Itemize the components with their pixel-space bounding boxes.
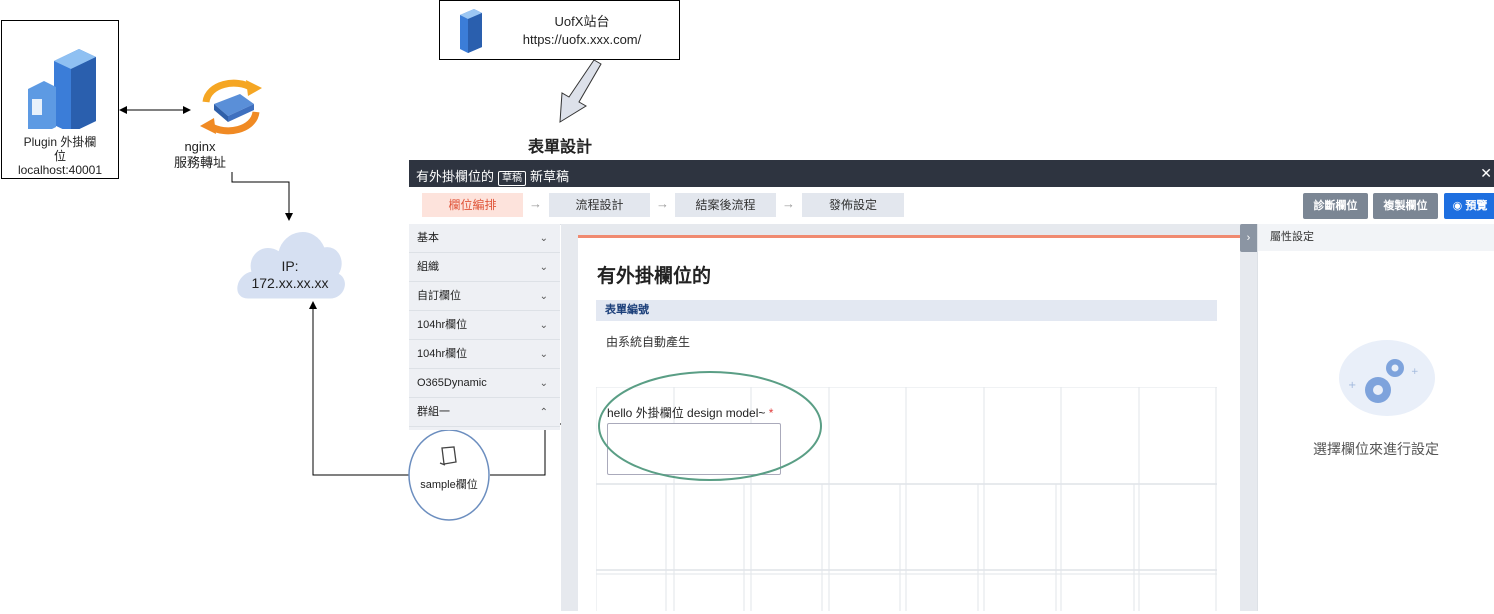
nginx-label-2: 服務轉址: [173, 155, 226, 170]
nginx-sync-icon: [200, 79, 262, 135]
category-label: 組織: [417, 261, 439, 273]
eye-icon: ◉: [1452, 200, 1463, 212]
category-label: 基本: [417, 232, 439, 244]
sample-cloud-connector: [309, 301, 410, 476]
properties-empty-message: 選擇欄位來進行設定: [1313, 441, 1439, 457]
category-basic[interactable]: 基本 ⌄: [409, 224, 560, 253]
plugin-label-2: 位: [53, 149, 66, 163]
preview-button[interactable]: ◉ 預覽: [1444, 193, 1494, 219]
category-label: O365Dynamic: [417, 377, 487, 389]
copy-fields-button[interactable]: 複製欄位: [1373, 193, 1438, 219]
app-subtitle: 新草稿: [530, 169, 570, 184]
chevron-down-icon: ⌄: [539, 291, 548, 302]
section-header-label: 表單編號: [605, 304, 649, 316]
panel-toggle-chevron-icon[interactable]: ›: [1240, 224, 1257, 252]
uofx-site-box: UofX站台 https://uofx.xxx.com/: [439, 0, 680, 60]
category-o365dynamic[interactable]: O365Dynamic ⌄: [409, 369, 560, 398]
server-icon: [28, 49, 96, 129]
step-arrow-icon: →: [529, 196, 542, 211]
category-label: 104hr欄位: [417, 319, 468, 331]
category-label: 自訂欄位: [417, 290, 461, 302]
svg-text:+: +: [1348, 380, 1356, 391]
nginx-label: nginx 服務轉址: [160, 139, 240, 171]
step-arrow-icon: →: [782, 196, 795, 211]
uofx-name: UofX站台: [554, 14, 610, 29]
sample-field-label[interactable]: sample欄位: [408, 476, 490, 492]
diagnose-fields-button[interactable]: 診斷欄位: [1303, 193, 1368, 219]
category-104hr-2[interactable]: 104hr欄位 ⌄: [409, 340, 560, 369]
app-titlebar: 有外掛欄位的 草稿 新草稿 ✕: [409, 160, 1494, 187]
sample-field-icon: [439, 446, 457, 466]
properties-panel-title: 屬性設定: [1270, 231, 1314, 243]
plugin-server-box: Plugin 外掛欄 位 localhost:40001: [1, 20, 119, 179]
server-icon: [460, 9, 482, 53]
app-title: 有外掛欄位的: [416, 169, 495, 184]
svg-text:+: +: [1411, 367, 1419, 377]
category-org[interactable]: 組織 ⌄: [409, 253, 560, 282]
category-label: 群組一: [417, 406, 450, 418]
step-post-close-flow[interactable]: 結案後流程: [675, 193, 776, 217]
step-publish-settings[interactable]: 發佈設定: [802, 193, 904, 217]
field-category-panel: 基本 ⌄ 組織 ⌄ 自訂欄位 ⌄ 104hr欄位 ⌄ 104hr欄位 ⌄ O365Dyna…: [409, 224, 560, 430]
chevron-down-icon: ⌄: [539, 349, 548, 360]
chevron-down-icon: ⌄: [539, 233, 548, 244]
properties-panel-header: 屬性設定: [1258, 224, 1494, 251]
cloud-ip-label: IP: 172.xx.xx.xx: [240, 258, 340, 292]
category-104hr-1[interactable]: 104hr欄位 ⌄: [409, 311, 560, 340]
chevron-down-icon: ⌄: [539, 378, 548, 389]
close-icon[interactable]: ✕: [1480, 165, 1492, 182]
draft-badge: 草稿: [498, 171, 527, 186]
preview-label: 預覽: [1465, 200, 1488, 212]
step-flow-design[interactable]: 流程設計: [549, 193, 650, 217]
form-number-section-header: 表單編號: [596, 300, 1217, 321]
highlight-ellipse: [598, 371, 822, 481]
plugin-label-1: Plugin 外掛欄: [23, 135, 97, 149]
nginx-label-1: nginx: [184, 139, 216, 154]
step-arrow-icon: →: [656, 196, 669, 211]
form-number-value: 由系統自動產生: [606, 335, 691, 349]
cloud-label-2: 172.xx.xx.xx: [251, 275, 329, 291]
category-group-one[interactable]: 群組一 ⌃: [409, 398, 560, 427]
chevron-up-icon: ⌃: [539, 407, 548, 418]
chevron-down-icon: ⌄: [539, 320, 548, 331]
form-title: 有外掛欄位的: [597, 266, 712, 287]
nginx-cloud-connector: [231, 172, 293, 221]
chevron-down-icon: ⌄: [539, 262, 548, 273]
category-custom[interactable]: 自訂欄位 ⌄: [409, 282, 560, 311]
gear-settings-icon: + +: [1339, 340, 1435, 416]
category-label: 104hr欄位: [417, 348, 468, 360]
app-toolbar: 欄位編排 → 流程設計 → 結案後流程 → 發佈設定 診斷欄位 複製欄位 ◉ 預…: [409, 187, 1494, 225]
form-design-title: 表單設計: [527, 139, 592, 156]
plugin-label-3: localhost:40001: [17, 163, 103, 177]
uofx-down-arrow: [559, 59, 602, 123]
uofx-url: https://uofx.xxx.com/: [522, 32, 642, 47]
step-field-layout[interactable]: 欄位編排: [422, 193, 523, 217]
cloud-label-1: IP:: [281, 258, 299, 274]
